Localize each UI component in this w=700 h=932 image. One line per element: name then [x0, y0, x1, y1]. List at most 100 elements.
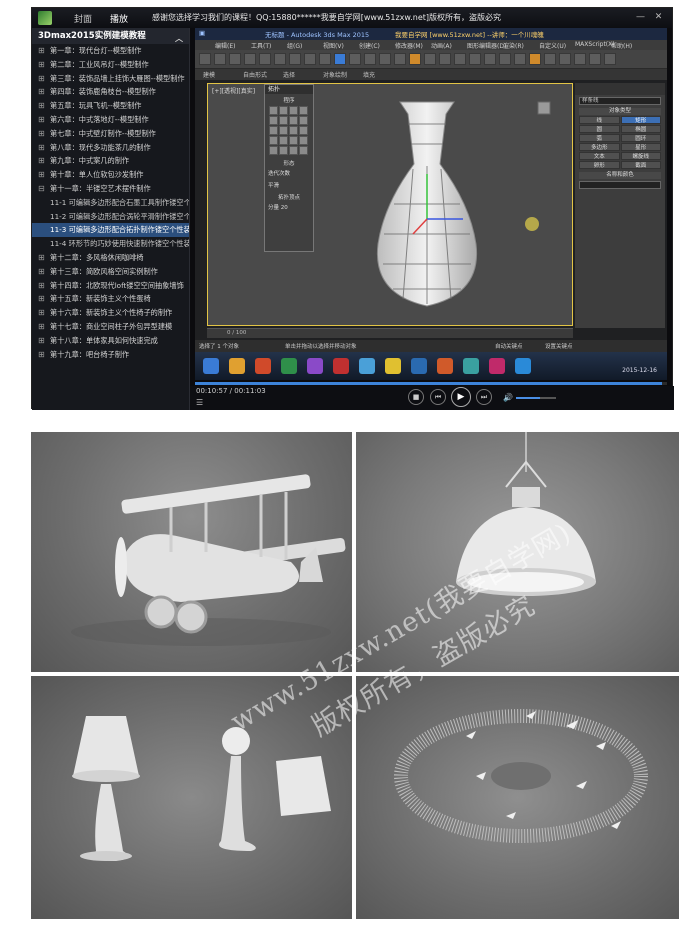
chapter-item[interactable]: ⊞ 第六章：中式落地灯--模型制作: [32, 113, 189, 127]
taskbar-app-icon[interactable]: [385, 358, 401, 374]
toolbar-tool-icon[interactable]: [544, 53, 556, 65]
taskbar-app-icon[interactable]: [489, 358, 505, 374]
chapter-item[interactable]: ⊞ 第十章：单人位软包沙发制作: [32, 168, 189, 182]
ribbon-tab[interactable]: 自由形式: [243, 70, 267, 79]
object-name-field[interactable]: [579, 181, 661, 189]
auto-key-button[interactable]: 自动关键点: [495, 342, 523, 350]
expand-icon[interactable]: ⊞: [38, 72, 45, 86]
toolbar-tool-icon[interactable]: [214, 53, 226, 65]
next-button[interactable]: ⏭: [476, 389, 492, 405]
toolbar-tool-icon[interactable]: [334, 53, 346, 65]
max-menu-item[interactable]: 创建(C): [359, 41, 380, 50]
expand-icon[interactable]: ⊞: [38, 306, 45, 320]
lesson-item[interactable]: 11-3 可编辑多边形配合拓扑制作镂空个性装: [32, 223, 189, 238]
toolbar-tool-icon[interactable]: [244, 53, 256, 65]
toolbar-tool-icon[interactable]: [304, 53, 316, 65]
toolbar-tool-icon[interactable]: [499, 53, 511, 65]
chapter-item[interactable]: ⊞ 第十三章：简欧风格空间实例制作: [32, 265, 189, 279]
video-frame[interactable]: ▣ 无标题 - Autodesk 3ds Max 2015 我要自学网 [www…: [195, 28, 667, 380]
toolbar-tool-icon[interactable]: [379, 53, 391, 65]
ribbon-tab[interactable]: 选择: [283, 70, 295, 79]
chapter-item[interactable]: ⊞ 第五章：玩具飞机--模型制作: [32, 99, 189, 113]
minimize-icon[interactable]: —: [635, 12, 646, 23]
chapter-item[interactable]: ⊞ 第九章：中式案几的制作: [32, 154, 189, 168]
object-type-button[interactable]: 多边形: [579, 143, 620, 151]
chapter-item[interactable]: ⊞ 第十八章：单体家具如何快速完成: [32, 334, 189, 348]
time-slider[interactable]: 0 / 100: [207, 328, 573, 338]
object-type-button[interactable]: 线: [579, 116, 620, 124]
expand-icon[interactable]: ⊞: [38, 168, 45, 182]
object-type-button[interactable]: 椭圆: [620, 125, 661, 133]
object-type-button[interactable]: 圆环: [620, 134, 661, 142]
volume-slider[interactable]: [516, 397, 556, 399]
play-button[interactable]: ▶: [451, 387, 471, 407]
object-type-button[interactable]: 螺旋线: [620, 152, 661, 160]
close-icon[interactable]: ✕: [653, 12, 664, 23]
toolbar-tool-icon[interactable]: [439, 53, 451, 65]
playlist-icon[interactable]: ☰: [196, 398, 203, 407]
chapter-item[interactable]: ⊞ 第三章：装饰品墙上挂饰大雁图--模型制作: [32, 72, 189, 86]
toolbar-tool-icon[interactable]: [409, 53, 421, 65]
object-type-button[interactable]: 弧: [579, 134, 620, 142]
max-menu-item[interactable]: 工具(T): [251, 41, 271, 50]
taskbar-app-icon[interactable]: [437, 358, 453, 374]
toolbar-tool-icon[interactable]: [274, 53, 286, 65]
expand-icon[interactable]: ⊞: [38, 58, 45, 72]
taskbar-app-icon[interactable]: [229, 358, 245, 374]
max-menu-item[interactable]: 修改器(M): [395, 41, 423, 50]
taskbar-app-icon[interactable]: [281, 358, 297, 374]
toolbar-tool-icon[interactable]: [229, 53, 241, 65]
toolbar-tool-icon[interactable]: [589, 53, 601, 65]
expand-icon[interactable]: ⊞: [38, 44, 45, 58]
chapter-item[interactable]: ⊞ 第七章：中式壁灯制作--模型制作: [32, 127, 189, 141]
taskbar-app-icon[interactable]: [255, 358, 271, 374]
tab-cover[interactable]: 封面: [74, 12, 92, 25]
chapter-item[interactable]: ⊞ 第十五章：新装饰主义个性蛋椅: [32, 292, 189, 306]
ribbon-tab[interactable]: 对象绘制: [323, 70, 347, 79]
toolbar-tool-icon[interactable]: [574, 53, 586, 65]
toolbar-tool-icon[interactable]: [319, 53, 331, 65]
toolbar-tool-icon[interactable]: [604, 53, 616, 65]
expand-icon[interactable]: ⊞: [38, 320, 45, 334]
toolbar-tool-icon[interactable]: [529, 53, 541, 65]
ribbon-tab[interactable]: 填充: [363, 70, 375, 79]
previous-button[interactable]: ⏮: [430, 389, 446, 405]
toolbar-tool-icon[interactable]: [559, 53, 571, 65]
command-panel-tabs[interactable]: [575, 83, 665, 95]
expand-icon[interactable]: ⊞: [38, 99, 45, 113]
object-type-button[interactable]: 星形: [620, 143, 661, 151]
object-type-button[interactable]: 卵形: [579, 161, 620, 169]
max-menu-item[interactable]: 自定义(U): [539, 41, 566, 50]
stop-button[interactable]: ■: [408, 389, 424, 405]
toolbar-tool-icon[interactable]: [394, 53, 406, 65]
chapter-item[interactable]: ⊞ 第二章：工业风吊灯--模型制作: [32, 58, 189, 72]
toolbar-tool-icon[interactable]: [424, 53, 436, 65]
expand-icon[interactable]: ⊞: [38, 141, 45, 155]
expand-icon[interactable]: ⊞: [38, 85, 45, 99]
taskbar-app-icon[interactable]: [359, 358, 375, 374]
tab-play[interactable]: 播放: [110, 12, 128, 25]
object-type-button[interactable]: 文本: [579, 152, 620, 160]
chapter-item[interactable]: ⊞ 第十四章：北欧现代loft镂空空间抽象墙饰: [32, 279, 189, 293]
taskbar-app-icon[interactable]: [463, 358, 479, 374]
taskbar-app-icon[interactable]: [307, 358, 323, 374]
object-type-button[interactable]: 矩形: [620, 116, 661, 124]
expand-icon[interactable]: ⊞: [38, 334, 45, 348]
toolbar-tool-icon[interactable]: [364, 53, 376, 65]
chapter-item[interactable]: ⊞ 第十七章：商业空间柱子外包异型建模: [32, 320, 189, 334]
expand-icon[interactable]: ⊞: [38, 348, 45, 362]
chapter-item[interactable]: ⊞ 第一章：现代台灯--模型制作: [32, 44, 189, 58]
chapter-item[interactable]: ⊞ 第十二章：多风格休闲咖啡椅: [32, 251, 189, 265]
toolbar-tool-icon[interactable]: [199, 53, 211, 65]
max-menu-item[interactable]: 帮助(H): [611, 41, 632, 50]
object-type-dropdown[interactable]: 样条线: [579, 97, 661, 105]
playback-progress[interactable]: [195, 382, 667, 385]
expand-icon[interactable]: ⊞: [38, 154, 45, 168]
chapter-item[interactable]: ⊞ 第四章：装饰鹿角枝台--模型制作: [32, 85, 189, 99]
chapter-item[interactable]: ⊞ 第十六章：新装饰主义个性椅子的制作: [32, 306, 189, 320]
expand-icon[interactable]: ⊞: [38, 265, 45, 279]
lesson-item[interactable]: 11-2 可编辑多边形配合涡轮平滑制作镂空个性: [32, 210, 189, 224]
set-key-button[interactable]: 设置关键点: [545, 342, 573, 350]
taskbar-app-icon[interactable]: [515, 358, 531, 374]
expand-icon[interactable]: ⊞: [38, 251, 45, 265]
